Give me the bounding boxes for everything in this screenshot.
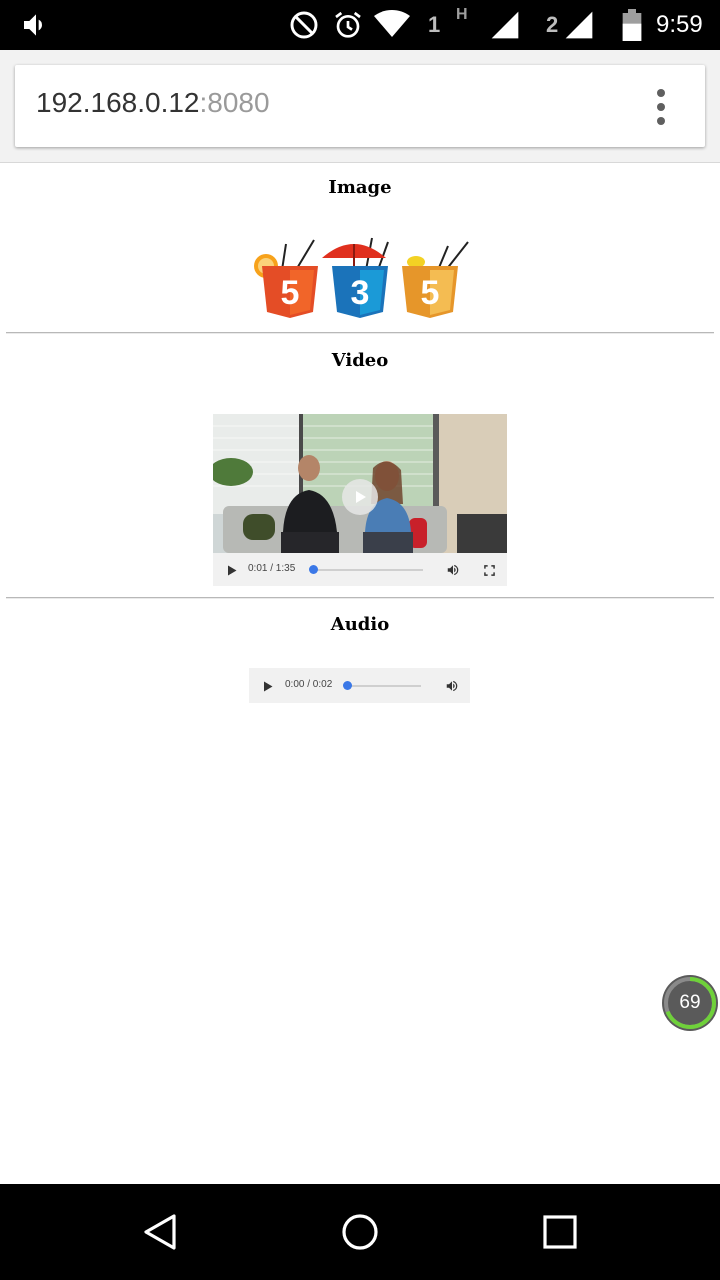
navigation-bar (0, 1184, 720, 1280)
url-text[interactable]: 192.168.0.12:8080 (36, 87, 270, 119)
do-not-disturb-icon (288, 0, 320, 50)
speed-badge-value: 69 (679, 992, 701, 1013)
video-seek-thumb[interactable] (309, 565, 318, 574)
video-heading: Video (331, 350, 389, 371)
alarm-icon (332, 0, 364, 50)
audio-heading: Audio (330, 614, 390, 635)
volume-button[interactable] (445, 562, 461, 578)
divider (6, 597, 714, 599)
back-button[interactable] (140, 1212, 180, 1252)
video-time-display: 0:01 / 1:35 (248, 563, 296, 574)
sim2-label: 2 (546, 12, 559, 37)
svg-text:5: 5 (421, 274, 440, 312)
audio-seek-thumb[interactable] (343, 681, 352, 690)
fullscreen-button[interactable] (481, 562, 497, 578)
play-overlay-button[interactable] (342, 479, 378, 515)
back-icon (144, 1214, 176, 1250)
url-host: 192.168.0.12 (36, 87, 200, 118)
play-icon (228, 565, 237, 575)
clock: 9:59 (656, 11, 703, 38)
audio-time-display: 0:00 / 0:02 (285, 679, 333, 690)
home-button[interactable] (340, 1212, 380, 1252)
audio-seek-bar[interactable] (347, 685, 421, 687)
network-type-label: H (456, 6, 468, 23)
html5-css3-js-logo-image: 5 3 5 (254, 237, 469, 318)
volume-icon (446, 680, 458, 692)
play-icon (264, 681, 273, 691)
url-port: :8080 (199, 87, 270, 118)
audio-player[interactable]: 0:00 / 0:02 (249, 668, 470, 703)
volume-icon (447, 564, 459, 576)
more-vert-icon[interactable] (641, 87, 681, 127)
divider (6, 332, 714, 334)
sim1-label: 1 (428, 12, 441, 37)
recents-icon (543, 1215, 577, 1249)
play-icon (356, 491, 366, 503)
address-bar[interactable]: 192.168.0.12:8080 (15, 65, 705, 147)
video-seek-bar[interactable] (313, 569, 423, 571)
speed-badge[interactable]: 69 (662, 975, 718, 1031)
fullscreen-icon (483, 564, 495, 576)
svg-text:5: 5 (281, 274, 300, 312)
svg-text:3: 3 (351, 274, 370, 312)
status-bar: 1 H 2 9:59 (0, 0, 720, 50)
recents-button[interactable] (540, 1212, 580, 1252)
volume-button[interactable] (444, 678, 460, 694)
play-button[interactable] (225, 563, 239, 577)
signal-icon (562, 0, 596, 50)
home-icon (342, 1214, 378, 1250)
video-controls: 0:01 / 1:35 (213, 553, 507, 586)
wifi-icon (374, 0, 410, 50)
image-heading: Image (328, 177, 392, 198)
video-player[interactable]: 0:01 / 1:35 (213, 414, 507, 586)
signal-icon (488, 0, 522, 50)
volume-icon (20, 0, 52, 50)
play-button[interactable] (261, 679, 275, 693)
battery-icon (620, 0, 644, 50)
browser-toolbar: 192.168.0.12:8080 (0, 50, 720, 163)
